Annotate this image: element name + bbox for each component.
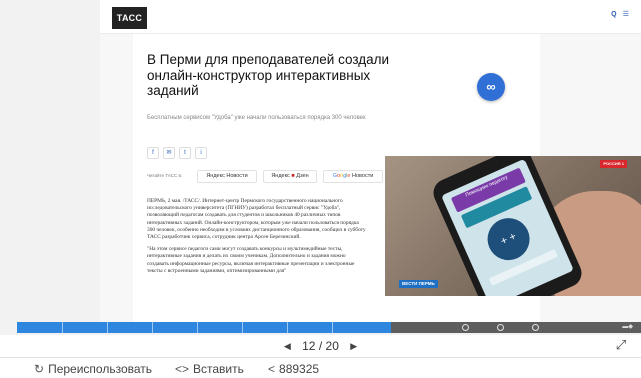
total-slides-number: 20 (325, 338, 339, 353)
phone-app-circle: + + (480, 211, 537, 267)
header-right: Q ☰ (606, 10, 629, 18)
search-icon[interactable]: Q (611, 11, 616, 18)
strip-end-icon: ▬◆ (622, 324, 633, 330)
progress-divider (332, 322, 333, 333)
share-twitter-button[interactable]: t (179, 147, 191, 159)
menu-icon[interactable]: ☰ (623, 11, 629, 18)
site-logo: ТАСС (112, 7, 147, 29)
previous-slide-button[interactable]: ◀ (276, 336, 299, 356)
share-email-button[interactable]: ✉ (163, 147, 175, 159)
zen-icon: ■ (291, 173, 295, 179)
share-facebook-button[interactable]: f (147, 147, 159, 159)
article-paragraph: "На этом сервисе педагоги сами могут соз… (147, 246, 355, 274)
google-news-label: Новости (352, 173, 374, 179)
slide-pager: ◀ 12 / 20 ▶ (0, 335, 641, 355)
progress-divider (287, 322, 288, 333)
progress-marker[interactable] (462, 324, 469, 331)
share-other-button[interactable]: i (195, 147, 207, 159)
viewer-footer: ◀ 12 / 20 ▶ ⤢ ↻ Переиспользовать <> Встави… (0, 335, 641, 378)
source-row: Читайте ТАСС в: Яндекс Новости Яндекс ■ … (147, 170, 407, 184)
refresh-icon: ↻ (34, 362, 45, 376)
embed-label: Вставить (193, 362, 244, 376)
reuse-button[interactable]: ↻ Переиспользовать (34, 361, 152, 377)
reuse-label: Переиспользовать (48, 362, 153, 376)
google-news-button[interactable]: Google Новости (323, 170, 383, 183)
yandex-zen-suffix: Дзен (296, 173, 309, 179)
video-player[interactable]: Помощник педагогу + + РОССИЯ 1 ВЕСТИ ПЕР… (385, 156, 641, 296)
action-bar: ↻ Переиспользовать <> Вставить <889325 (0, 357, 641, 378)
slide-viewer: ТАСС Q ☰ В Перми для преподавателей созд… (0, 0, 641, 335)
yandex-news-button[interactable]: Яндекс Новости (197, 170, 257, 183)
yandex-zen-prefix: Яндекс (271, 173, 290, 179)
slide-progress-fill (17, 322, 392, 333)
progress-divider (197, 322, 198, 333)
progress-divider (242, 322, 243, 333)
code-icon: <> (175, 362, 190, 376)
fullscreen-icon[interactable]: ⤢ (613, 337, 629, 353)
progress-marker[interactable] (497, 324, 504, 331)
progress-divider (62, 322, 63, 333)
article-body: ПЕРМЬ, 2 мая. /ТАСС/. Интернет-центр Пер… (147, 198, 367, 280)
progress-divider (152, 322, 153, 333)
slide-separator: / (318, 338, 323, 353)
source-label: Читайте ТАСС в: (147, 173, 183, 178)
google-logo-icon: Google (332, 173, 351, 179)
embed-button[interactable]: <> Вставить (175, 361, 244, 377)
article-lead: Бесплатным сервисом "Удоба" уже начали п… (147, 115, 366, 121)
progress-marker[interactable] (532, 324, 539, 331)
article-title: В Перми для преподавателей создали онлай… (147, 52, 390, 98)
share-icon: < (268, 362, 276, 376)
slide-progress-strip[interactable]: ▬◆ (17, 322, 641, 333)
site-header: ТАСС Q ☰ (100, 0, 641, 34)
slide-screenshot: ТАСС Q ☰ В Перми для преподавателей созд… (100, 0, 641, 322)
progress-divider (107, 322, 108, 333)
link-icon: ∞ (486, 79, 496, 94)
next-slide-button[interactable]: ▶ (342, 336, 365, 356)
yandex-news-label: Яндекс Новости (206, 173, 248, 179)
share-count-button[interactable]: <889325 (268, 361, 319, 377)
share-link-button[interactable]: ∞ (477, 73, 505, 101)
article-paragraph: ПЕРМЬ, 2 мая. /ТАСС/. Интернет-центр Пер… (147, 198, 366, 241)
share-count: 889325 (279, 362, 320, 376)
video-caption: ВЕСТИ ПЕРМЬ (399, 280, 438, 288)
yandex-zen-button[interactable]: Яндекс ■ Дзен (263, 170, 317, 183)
channel-badge: РОССИЯ 1 (600, 160, 627, 168)
current-slide-number: 12 (302, 338, 316, 353)
